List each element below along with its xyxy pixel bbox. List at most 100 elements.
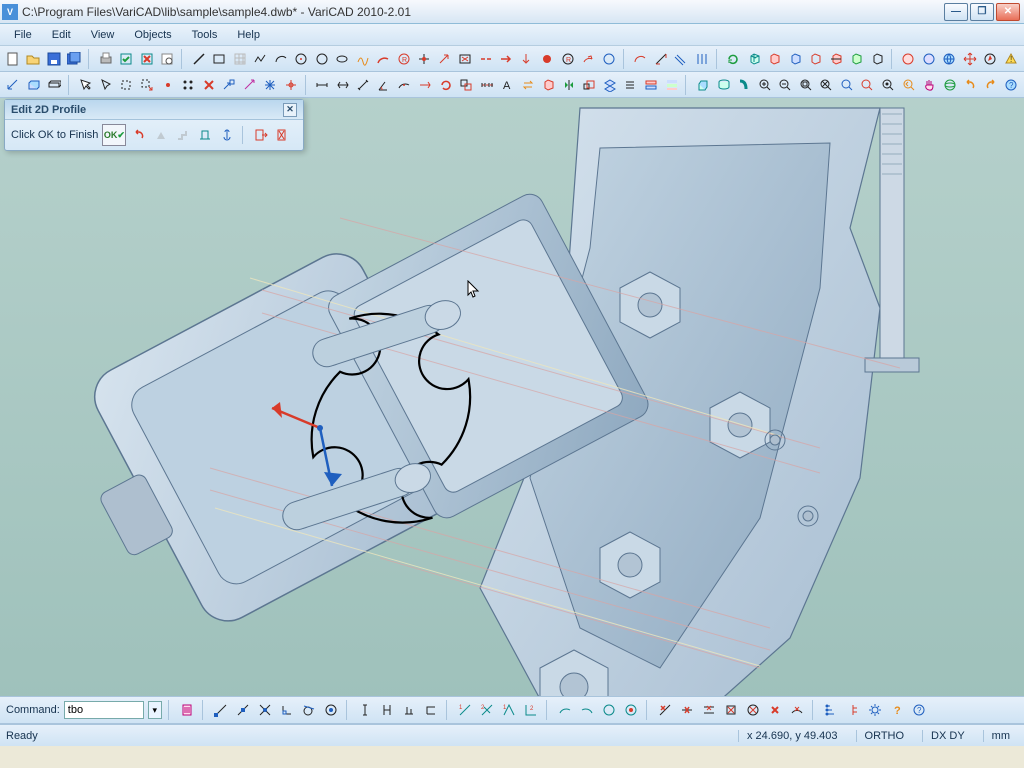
command-history-icon[interactable]: ▾ — [148, 701, 162, 719]
undo-icon[interactable] — [961, 76, 979, 94]
spline-icon[interactable] — [354, 50, 372, 68]
panel-triangle-icon[interactable] — [152, 126, 170, 144]
snap-perp-icon[interactable] — [278, 701, 296, 719]
tree2-icon[interactable] — [844, 701, 862, 719]
file-save-icon[interactable] — [45, 50, 63, 68]
cube-g-icon[interactable] — [848, 50, 866, 68]
cube-r3-icon[interactable] — [827, 50, 845, 68]
status-ortho[interactable]: ORTHO — [856, 730, 913, 742]
copy-arrow-icon[interactable] — [220, 76, 238, 94]
meas4-icon[interactable]: 2 — [522, 701, 540, 719]
stack-icon[interactable] — [642, 76, 660, 94]
cube-icon[interactable] — [745, 50, 763, 68]
info-icon[interactable]: ? — [1002, 76, 1020, 94]
scale-icon[interactable] — [581, 76, 599, 94]
close-button[interactable]: ✕ — [996, 3, 1020, 21]
dim-v-icon[interactable] — [356, 701, 374, 719]
del-d-icon[interactable] — [722, 701, 740, 719]
ellipse-icon[interactable] — [334, 50, 352, 68]
status-units[interactable]: mm — [983, 730, 1018, 742]
snap-int-icon[interactable] — [256, 701, 274, 719]
dim-arrow-icon[interactable] — [4, 76, 22, 94]
help-icon[interactable]: ? — [888, 701, 906, 719]
mirror-icon[interactable] — [560, 76, 578, 94]
arc-m1-icon[interactable] — [556, 701, 574, 719]
status-dxdy[interactable]: DX DY — [922, 730, 973, 742]
calc-icon[interactable] — [178, 701, 196, 719]
revolve-icon[interactable] — [715, 76, 733, 94]
circ-c-icon[interactable] — [622, 701, 640, 719]
trim-icon[interactable] — [416, 50, 434, 68]
snap-dot-icon[interactable] — [159, 76, 177, 94]
help2-icon[interactable]: ? — [910, 701, 928, 719]
menu-file[interactable]: File — [4, 27, 42, 43]
menu-help[interactable]: Help — [227, 27, 270, 43]
arc-d-icon[interactable] — [632, 50, 650, 68]
snap-star-icon[interactable] — [261, 76, 279, 94]
dim-cube-icon[interactable] — [25, 76, 43, 94]
zoom-all-icon[interactable] — [838, 76, 856, 94]
panel-close-icon[interactable]: ✕ — [283, 103, 297, 117]
extend-icon[interactable] — [436, 50, 454, 68]
rot-red-icon[interactable] — [437, 76, 455, 94]
circle-blue-icon[interactable] — [600, 50, 618, 68]
list-icon[interactable] — [622, 76, 640, 94]
file-open-icon[interactable] — [25, 50, 43, 68]
dim-h2-icon[interactable] — [334, 76, 352, 94]
dim-vh-icon[interactable] — [378, 701, 396, 719]
zoom-win-icon[interactable] — [797, 76, 815, 94]
pointer2-icon[interactable] — [97, 76, 115, 94]
dim-base-icon[interactable] — [400, 701, 418, 719]
sweep-icon[interactable] — [735, 76, 753, 94]
meas2-icon[interactable]: 2 — [478, 701, 496, 719]
dot-red-icon[interactable] — [539, 50, 557, 68]
cube-cut-icon[interactable] — [540, 76, 558, 94]
layers-icon[interactable] — [601, 76, 619, 94]
warn-icon[interactable]: ! — [1002, 50, 1020, 68]
redo-icon[interactable] — [982, 76, 1000, 94]
pointer-icon[interactable] — [77, 76, 95, 94]
print-icon[interactable] — [97, 50, 115, 68]
menu-objects[interactable]: Objects — [124, 27, 181, 43]
command-input[interactable] — [64, 701, 144, 719]
del-b-icon[interactable] — [678, 701, 696, 719]
snap-cross-icon[interactable] — [282, 76, 300, 94]
zoom-in-icon[interactable] — [756, 76, 774, 94]
circle-r2-icon[interactable]: R — [559, 50, 577, 68]
arrow2-icon[interactable] — [518, 50, 536, 68]
orbit-icon[interactable] — [941, 76, 959, 94]
offset-icon[interactable] — [673, 50, 691, 68]
hrect-icon[interactable] — [45, 76, 63, 94]
snap-mid-icon[interactable] — [234, 701, 252, 719]
file-saveall-icon[interactable] — [66, 50, 84, 68]
dim-arc-icon[interactable] — [396, 76, 414, 94]
parallel-icon[interactable] — [693, 50, 711, 68]
meas3-icon[interactable]: 1 — [500, 701, 518, 719]
circle-r3-icon[interactable] — [900, 50, 918, 68]
cube-b-icon[interactable] — [786, 50, 804, 68]
arc-red-icon[interactable] — [375, 50, 393, 68]
arc-arrow-icon[interactable] — [580, 50, 598, 68]
move2-icon[interactable] — [241, 76, 259, 94]
menu-view[interactable]: View — [81, 27, 125, 43]
viewport-3d[interactable] — [0, 98, 1024, 746]
circle-bl-icon[interactable] — [920, 50, 938, 68]
zoom-ext-icon[interactable] — [859, 76, 877, 94]
circle-center-icon[interactable] — [293, 50, 311, 68]
dim-align-icon[interactable] — [355, 76, 373, 94]
snap-tan-icon[interactable] — [300, 701, 318, 719]
snap-end-icon[interactable] — [212, 701, 230, 719]
rect-icon[interactable] — [210, 50, 228, 68]
circle-tool-icon[interactable] — [313, 50, 331, 68]
extrude-icon[interactable] — [694, 76, 712, 94]
dim-h-icon[interactable] — [314, 76, 332, 94]
panel-anchor-icon[interactable] — [218, 126, 236, 144]
snap-cen-icon[interactable] — [322, 701, 340, 719]
chamfer-icon[interactable] — [652, 50, 670, 68]
del-a-icon[interactable] — [656, 701, 674, 719]
move-icon[interactable] — [961, 50, 979, 68]
print-preview-icon[interactable] — [159, 50, 177, 68]
text-icon[interactable]: A — [498, 76, 516, 94]
polyline-icon[interactable] — [251, 50, 269, 68]
lasso-arrow-icon[interactable] — [138, 76, 156, 94]
